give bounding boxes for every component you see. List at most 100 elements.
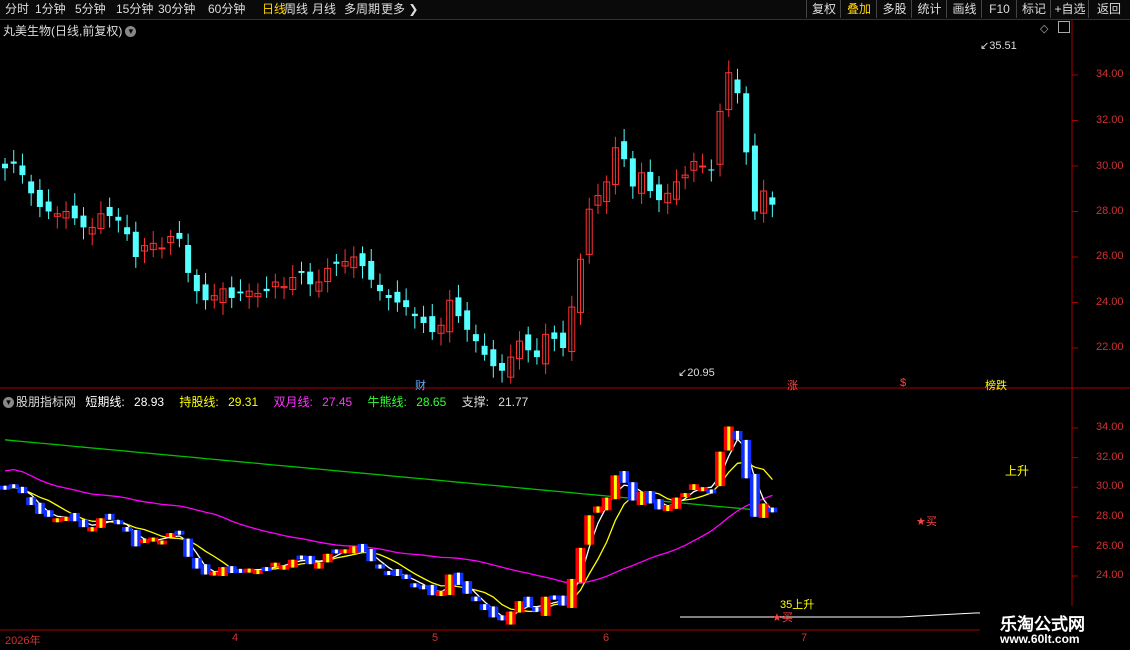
indicator-tick-label: 26.00 xyxy=(1096,540,1124,552)
signal-bar-down-core xyxy=(186,538,190,557)
signal-bar-up-core xyxy=(517,601,521,613)
candle-down xyxy=(71,205,78,219)
candle-down xyxy=(106,206,113,217)
signal-bar-down-core xyxy=(535,607,539,612)
signal-bar-down-core xyxy=(20,486,24,494)
candle-down xyxy=(2,163,8,169)
signal-bar-up-core xyxy=(90,527,94,532)
x-axis-label: 7 xyxy=(801,632,808,644)
indicator-legend: ▾ 股朋指标网 短期线: 28.93 持股线: 29.31 双月线: 27.45 … xyxy=(3,393,540,410)
signal-bar-down-core xyxy=(753,473,757,517)
indicator-tick-label: 32.00 xyxy=(1096,451,1124,463)
signal-bar-down-core xyxy=(238,568,242,573)
signal-bar-down-core xyxy=(770,507,774,513)
signal-bar-up-core xyxy=(718,451,722,487)
indicator-menu-icon[interactable]: ▾ xyxy=(3,397,14,409)
price-tick-label: 22.00 xyxy=(1096,341,1124,353)
signal-bar-up-core xyxy=(605,497,609,511)
signal-bar-up-core xyxy=(544,596,548,616)
signal-bar-down-core xyxy=(29,497,33,505)
signal-bar-down-core xyxy=(404,574,408,579)
candle-down xyxy=(490,349,497,367)
short-line-value: 28.93 xyxy=(134,395,165,409)
signal-bar-up-core xyxy=(282,565,286,570)
signal-bar-down-core xyxy=(422,585,426,590)
candle-down xyxy=(385,294,392,298)
candle-down xyxy=(307,271,314,285)
signal-bar-up-core xyxy=(439,590,443,597)
candle-down xyxy=(403,300,410,308)
signal-bar-up-core xyxy=(352,546,356,554)
candle-down xyxy=(263,288,270,292)
candle-down xyxy=(769,197,776,205)
candle-up xyxy=(158,247,166,250)
candle-down xyxy=(499,362,506,371)
signal-rise-1: 35上升 xyxy=(780,599,815,611)
signal-bar-down-core xyxy=(308,555,312,565)
signal-bar-up-core xyxy=(666,504,670,512)
double-month-label: 双月线: xyxy=(273,395,313,409)
hold-line-value: 29.31 xyxy=(228,395,259,409)
indicator-name[interactable]: 股朋指标网 xyxy=(16,395,76,409)
candle-down xyxy=(481,345,488,355)
candle-down xyxy=(202,284,209,301)
signal-bar-up-core xyxy=(596,506,600,513)
candle-down xyxy=(656,184,662,201)
signal-bar-down-core xyxy=(491,606,495,618)
signal-bar-down-core xyxy=(413,583,417,588)
candle-down xyxy=(560,332,567,348)
price-tick-label: 24.00 xyxy=(1096,296,1124,308)
signal-bar-up-core xyxy=(212,571,216,576)
signal-bar-down-core xyxy=(230,566,234,574)
indicator-tick-label: 30.00 xyxy=(1096,480,1124,492)
signal-bar-down-core xyxy=(125,527,129,532)
candle-down xyxy=(115,216,122,221)
signal-bar-up-core xyxy=(64,516,68,522)
candle-down xyxy=(185,245,192,273)
signal-bar-down-core xyxy=(204,564,208,575)
candle-down xyxy=(734,79,741,94)
signal-bar-down-core xyxy=(334,549,338,554)
signal-bar-down-core xyxy=(3,485,7,490)
signal-bar-down-core xyxy=(395,569,399,576)
support-label: 支撑: xyxy=(461,395,489,409)
support-value: 21.77 xyxy=(498,395,529,409)
candle-down xyxy=(621,141,628,160)
signal-bar-down-core xyxy=(12,484,16,489)
marker-dollar: $ xyxy=(900,377,907,389)
price-tick-label: 34.00 xyxy=(1096,68,1124,80)
signal-bar-down-core xyxy=(622,471,626,483)
signal-bar-down-core xyxy=(378,564,382,569)
chart-canvas xyxy=(0,20,1130,631)
candle-down xyxy=(429,316,436,333)
candle-down xyxy=(298,270,305,273)
signal-bar-down-core xyxy=(387,571,391,576)
signal-bar-up-core xyxy=(579,547,583,583)
watermark-url: www.60lt.com xyxy=(1000,632,1080,646)
signal-bar-up-core xyxy=(448,574,452,596)
signal-bar-up-core xyxy=(674,497,678,509)
signal-bar-down-core xyxy=(430,584,434,596)
signal-bar-up-core xyxy=(143,539,147,543)
marker-limit-up: 涨 xyxy=(787,380,798,392)
short-line xyxy=(4,438,773,618)
signal-bar-up-core xyxy=(151,537,155,542)
signal-bar-down-core xyxy=(474,596,478,602)
x-axis-label: 5 xyxy=(432,632,439,644)
signal-bar-up-core xyxy=(221,567,225,576)
candle-down xyxy=(228,287,235,298)
high-price-label: ↙35.51 xyxy=(980,40,1017,52)
double-month-line xyxy=(4,468,773,584)
price-tick-label: 32.00 xyxy=(1096,114,1124,126)
signal-bar-up-core xyxy=(343,549,347,554)
signal-bar-down-core xyxy=(116,520,120,525)
indicator-tick-label: 28.00 xyxy=(1096,510,1124,522)
candle-down xyxy=(193,274,200,292)
signal-bar-down-core xyxy=(195,558,199,569)
hold-line xyxy=(4,461,773,613)
signal-rise-2: 上升 xyxy=(1005,464,1030,478)
signal-bar-up-core xyxy=(509,611,513,625)
signal-bar-down-core xyxy=(735,430,739,440)
candle-down xyxy=(394,291,401,303)
signal-bar-down-core xyxy=(38,502,42,514)
